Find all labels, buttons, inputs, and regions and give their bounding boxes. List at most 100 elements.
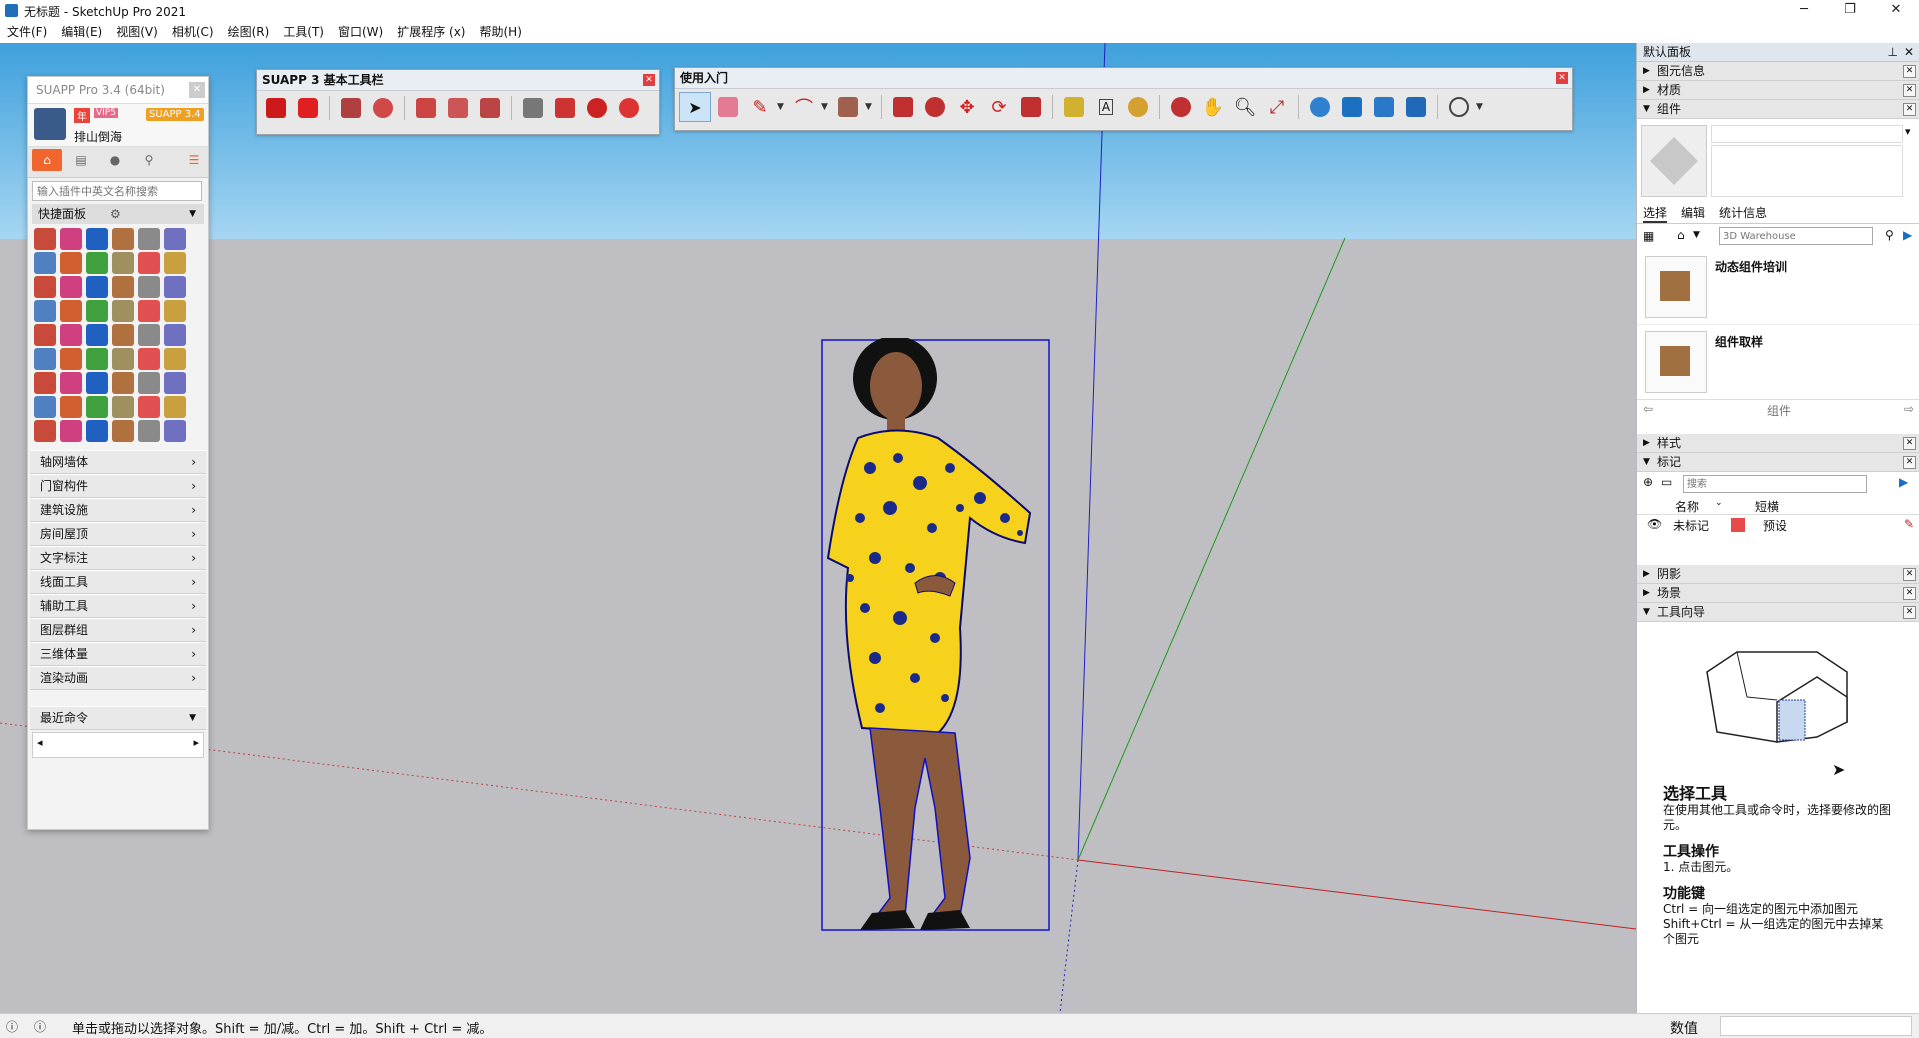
- tags-col-name[interactable]: 名称: [1675, 498, 1699, 515]
- quick-tool-icon[interactable]: [164, 324, 186, 346]
- quick-tool-icon[interactable]: [86, 348, 108, 370]
- quick-tool-icon[interactable]: [34, 348, 56, 370]
- eraser-tool-icon[interactable]: [713, 93, 743, 121]
- category-aux-tools[interactable]: 辅助工具 ›: [30, 594, 206, 618]
- quick-tool-icon[interactable]: [164, 396, 186, 418]
- scale-tool-icon[interactable]: [1016, 93, 1046, 121]
- back-icon[interactable]: ⇦: [1643, 402, 1653, 416]
- red-cube-icon[interactable]: [293, 94, 323, 122]
- quick-tool-icon[interactable]: [34, 228, 56, 250]
- component-item[interactable]: 组件取样: [1637, 325, 1919, 399]
- menu-extensions[interactable]: 扩展程序 (x): [390, 22, 472, 43]
- section-styles[interactable]: ▶ 样式 ✕: [1637, 434, 1919, 453]
- quick-tool-icon[interactable]: [112, 420, 134, 442]
- scroll-left-icon[interactable]: ◂: [37, 736, 43, 749]
- user-tab-icon[interactable]: ●: [100, 149, 130, 171]
- arc-tool-icon[interactable]: ⌒: [789, 93, 819, 121]
- quick-tool-icon[interactable]: [164, 372, 186, 394]
- tags-col-dash[interactable]: 短横: [1755, 498, 1779, 515]
- quick-tool-icon[interactable]: [138, 252, 160, 274]
- tray-close-icon[interactable]: ✕: [1904, 43, 1914, 61]
- menu-draw[interactable]: 绘图(R): [221, 22, 277, 43]
- list-menu-icon[interactable]: ☰: [184, 149, 204, 171]
- gear-icon[interactable]: ⚙: [110, 204, 121, 224]
- search-icon[interactable]: ⚲: [1885, 228, 1894, 242]
- recent-commands[interactable]: 最近命令 ▼: [30, 706, 206, 730]
- tape-measure-icon[interactable]: [1059, 93, 1089, 121]
- curve-tool-icon[interactable]: [614, 94, 644, 122]
- component-desc-field[interactable]: [1711, 145, 1903, 197]
- quick-tool-icon[interactable]: [138, 420, 160, 442]
- pencil-icon[interactable]: ✎: [1904, 517, 1914, 531]
- forward-icon[interactable]: ⇨: [1904, 402, 1914, 416]
- quick-tool-icon[interactable]: [138, 324, 160, 346]
- tags-details-icon[interactable]: ▶: [1899, 475, 1908, 489]
- close-button[interactable]: ✕: [1873, 0, 1919, 22]
- quick-tool-icon[interactable]: [164, 300, 186, 322]
- chevron-down-icon[interactable]: ▼: [189, 204, 196, 224]
- sort-icon[interactable]: ⌄: [1715, 498, 1723, 508]
- quick-tool-icon[interactable]: [112, 348, 134, 370]
- section-components[interactable]: ▼ 组件 ✕: [1637, 100, 1919, 119]
- menu-window[interactable]: 窗口(W): [331, 22, 390, 43]
- section-scenes[interactable]: ▶ 场景 ✕: [1637, 584, 1919, 603]
- quick-tool-icon[interactable]: [86, 300, 108, 322]
- tab-select[interactable]: 选择: [1643, 203, 1668, 223]
- suapp-toolbar-close-icon[interactable]: ✕: [643, 74, 655, 86]
- quick-tool-icon[interactable]: [138, 276, 160, 298]
- quick-tool-icon[interactable]: [164, 228, 186, 250]
- quick-tool-icon[interactable]: [112, 372, 134, 394]
- geo-location-icon[interactable]: ⓘ: [6, 1018, 18, 1035]
- orbit-tool-icon[interactable]: [1166, 93, 1196, 121]
- roof-tool-icon[interactable]: [475, 94, 505, 122]
- pan-tool-icon[interactable]: ✋: [1198, 93, 1228, 121]
- quick-tool-icon[interactable]: [60, 252, 82, 274]
- text-tool-icon[interactable]: A: [1091, 93, 1121, 121]
- search-tab-icon[interactable]: ⚲: [134, 149, 164, 171]
- quick-tool-icon[interactable]: [86, 276, 108, 298]
- 3d-viewport[interactable]: [0, 43, 1636, 1013]
- warehouse-icon[interactable]: [1305, 93, 1335, 121]
- quick-tool-icon[interactable]: [34, 276, 56, 298]
- quick-tool-icon[interactable]: [34, 372, 56, 394]
- category-building-facility[interactable]: 建筑设施 ›: [30, 498, 206, 522]
- menu-file[interactable]: 文件(F): [0, 22, 54, 43]
- tag-folder-icon[interactable]: ▭: [1661, 475, 1672, 489]
- details-arrow-icon[interactable]: ▶: [1903, 228, 1912, 242]
- category-render-animation[interactable]: 渲染动画 ›: [30, 666, 206, 690]
- suapp-close-icon[interactable]: ✕: [189, 82, 205, 98]
- quick-tool-icon[interactable]: [86, 228, 108, 250]
- section-entity-info[interactable]: ▶ 图元信息 ✕: [1637, 62, 1919, 81]
- quick-tool-icon[interactable]: [138, 372, 160, 394]
- quick-tool-icon[interactable]: [138, 396, 160, 418]
- door-tool-icon[interactable]: [411, 94, 441, 122]
- category-3d-mass[interactable]: 三维体量 ›: [30, 642, 206, 666]
- tags-search-input[interactable]: [1683, 475, 1867, 493]
- quick-tool-icon[interactable]: [34, 396, 56, 418]
- window-tool-icon[interactable]: [443, 94, 473, 122]
- category-room-roof[interactable]: 房间屋顶 ›: [30, 522, 206, 546]
- rectangle-tool-icon[interactable]: [833, 93, 863, 121]
- category-axis-wall[interactable]: 轴网墙体 ›: [30, 450, 206, 474]
- quick-tool-icon[interactable]: [86, 324, 108, 346]
- quick-tool-icon[interactable]: [112, 276, 134, 298]
- component-name-field[interactable]: [1711, 125, 1903, 143]
- line-tool-icon[interactable]: ✎: [745, 93, 775, 121]
- menu-view[interactable]: 视图(V): [109, 22, 165, 43]
- follow-me-tool-icon[interactable]: [920, 93, 950, 121]
- quick-tool-icon[interactable]: [164, 276, 186, 298]
- quick-tool-icon[interactable]: [86, 252, 108, 274]
- menu-help[interactable]: 帮助(H): [472, 22, 528, 43]
- su-app-icon[interactable]: [261, 94, 291, 122]
- cap-tool-icon[interactable]: [582, 94, 612, 122]
- extension-warehouse-icon[interactable]: [1337, 93, 1367, 121]
- rotate-icon[interactable]: ⟳: [984, 93, 1014, 121]
- arc-dropdown-icon[interactable]: ▼: [821, 102, 831, 112]
- quick-tool-icon[interactable]: [34, 300, 56, 322]
- paint-bucket-icon[interactable]: [1123, 93, 1153, 121]
- section-materials[interactable]: ▶ 材质 ✕: [1637, 81, 1919, 100]
- component-item[interactable]: 动态组件培训: [1637, 250, 1919, 325]
- category-door-window[interactable]: 门窗构件 ›: [30, 474, 206, 498]
- push-pull-tool-icon[interactable]: [888, 93, 918, 121]
- extension-manager-icon[interactable]: [1401, 93, 1431, 121]
